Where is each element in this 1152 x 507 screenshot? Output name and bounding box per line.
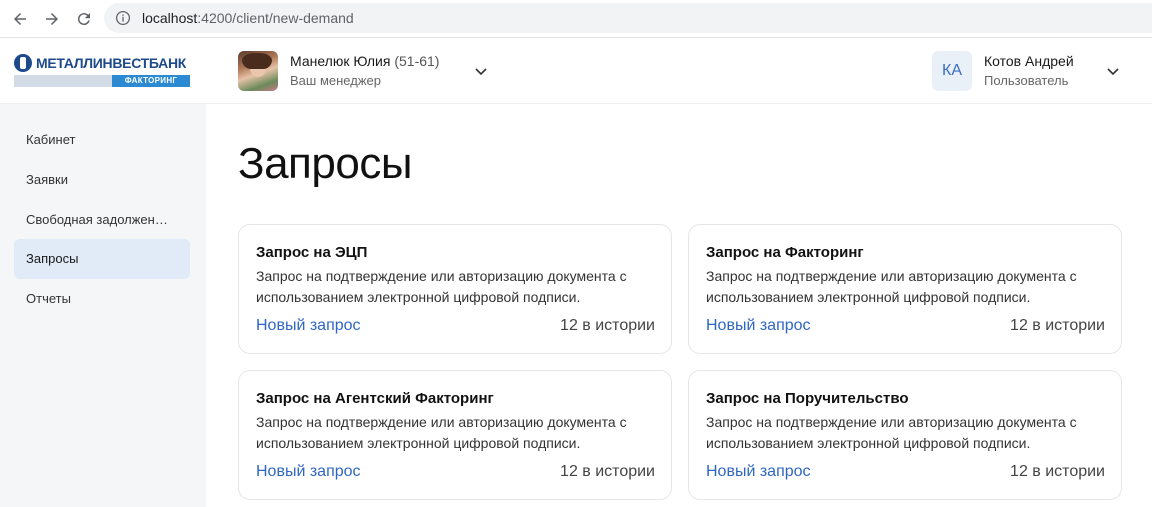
sidebar-item-reports[interactable]: Отчеты (14, 279, 190, 319)
back-icon[interactable] (8, 7, 32, 31)
user-name: Котов Андрей (984, 53, 1074, 69)
sidebar-item-applications[interactable]: Заявки (14, 160, 190, 200)
request-card: Запрос на Агентский Факторинг Запрос на … (238, 370, 672, 500)
card-description: Запрос на подтверждение или авторизацию … (706, 268, 1077, 305)
request-card: Запрос на ЭЦП Запрос на подтверждение ил… (238, 224, 672, 354)
history-count[interactable]: 12 в истории (560, 316, 655, 336)
history-count[interactable]: 12 в истории (1010, 316, 1105, 336)
url-text: localhost:4200/client/new-demand (142, 10, 354, 26)
sidebar: Кабинет Заявки Свободная задолжен… Запро… (0, 104, 206, 507)
logo-mark-icon (14, 54, 32, 72)
logo-text: МЕТАЛЛИНВЕСТБАНК (36, 55, 187, 71)
new-request-link[interactable]: Новый запрос (706, 462, 811, 482)
sidebar-item-free-debt[interactable]: Свободная задолжен… (14, 200, 190, 240)
manager-menu[interactable]: Манелюк Юлия (51-61) Ваш менеджер (238, 50, 439, 92)
card-title: Запрос на Поручительство (706, 390, 909, 407)
new-request-link[interactable]: Новый запрос (706, 316, 811, 336)
chevron-down-icon[interactable] (474, 64, 488, 78)
card-title: Запрос на Агентский Факторинг (256, 390, 494, 407)
card-description: Запрос на подтверждение или авторизацию … (256, 268, 627, 305)
sidebar-item-cabinet[interactable]: Кабинет (14, 120, 190, 160)
address-bar[interactable]: localhost:4200/client/new-demand (104, 3, 1152, 33)
user-role: Пользователь (984, 73, 1069, 88)
info-icon[interactable] (114, 9, 132, 27)
logo-stripe (14, 75, 112, 87)
user-menu[interactable]: КА Котов Андрей Пользователь (932, 50, 1074, 92)
page-title: Запросы (238, 139, 412, 188)
card-title: Запрос на ЭЦП (256, 244, 368, 261)
manager-code: (51-61) (394, 53, 440, 69)
request-card: Запрос на Факторинг Запрос на подтвержде… (688, 224, 1122, 354)
new-request-link[interactable]: Новый запрос (256, 462, 361, 482)
user-avatar: КА (932, 51, 972, 91)
new-request-link[interactable]: Новый запрос (256, 316, 361, 336)
chevron-down-icon[interactable] (1106, 64, 1120, 78)
manager-role: Ваш менеджер (290, 73, 381, 88)
history-count[interactable]: 12 в истории (1010, 462, 1105, 482)
url-host: localhost (142, 10, 198, 26)
card-title: Запрос на Факторинг (706, 244, 864, 261)
manager-name-line: Манелюк Юлия (51-61) (290, 52, 439, 70)
url-path: :4200/client/new-demand (197, 10, 354, 26)
card-description: Запрос на подтверждение или авторизацию … (706, 414, 1077, 451)
browser-toolbar: localhost:4200/client/new-demand (0, 0, 1152, 38)
sidebar-item-requests[interactable]: Запросы (14, 239, 190, 279)
reload-icon[interactable] (72, 7, 96, 31)
forward-icon[interactable] (40, 7, 64, 31)
bank-logo[interactable]: МЕТАЛЛИНВЕСТБАНК ФАКТОРИНГ (14, 54, 190, 88)
history-count[interactable]: 12 в истории (560, 462, 655, 482)
manager-avatar (238, 51, 278, 91)
app-header: МЕТАЛЛИНВЕСТБАНК ФАКТОРИНГ Манелюк Юлия … (0, 38, 1152, 104)
manager-name: Манелюк Юлия (290, 53, 391, 69)
card-description: Запрос на подтверждение или авторизацию … (256, 414, 627, 451)
logo-tag: ФАКТОРИНГ (112, 75, 190, 87)
request-card: Запрос на Поручительство Запрос на подтв… (688, 370, 1122, 500)
